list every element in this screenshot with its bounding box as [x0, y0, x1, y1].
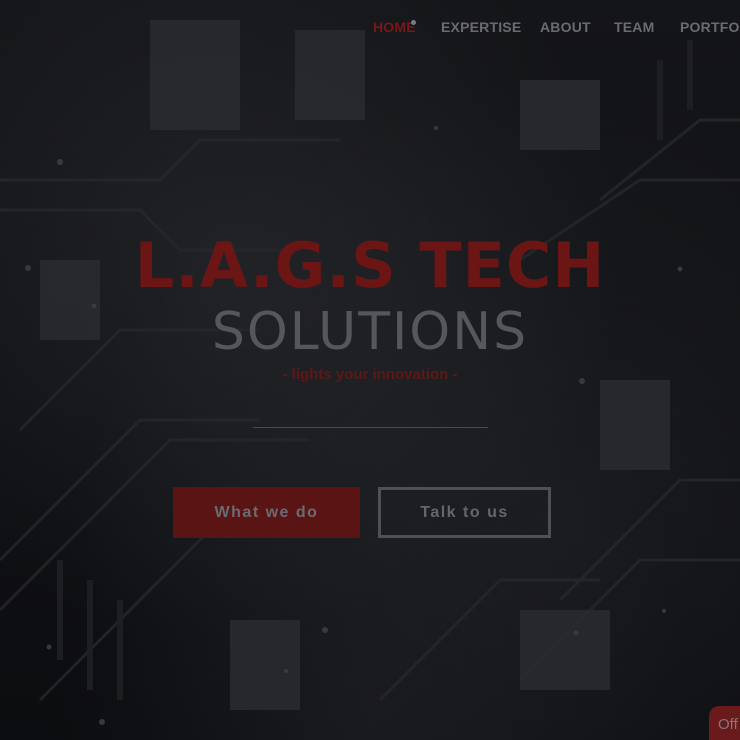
what-we-do-button[interactable]: What we do — [173, 487, 360, 538]
nav-active-dot — [411, 20, 416, 25]
landing-page: HOME EXPERTISE ABOUT TEAM PORTFOL L.A.G.… — [0, 0, 740, 740]
hero-subtitle: SOLUTIONS — [211, 302, 529, 362]
hero-title: L.A.G.S TECH — [134, 229, 606, 302]
hero-tagline: - lights your innovation - — [282, 366, 458, 383]
nav-about[interactable]: ABOUT — [540, 19, 591, 35]
top-navigation: HOME EXPERTISE ABOUT TEAM PORTFOL — [0, 0, 740, 56]
talk-to-us-button[interactable]: Talk to us — [378, 487, 551, 538]
nav-home[interactable]: HOME — [373, 19, 416, 35]
nav-expertise[interactable]: EXPERTISE — [441, 19, 521, 35]
offline-chat-tab[interactable]: Off — [709, 706, 740, 740]
nav-team[interactable]: TEAM — [614, 19, 654, 35]
nav-portfolio[interactable]: PORTFOL — [680, 19, 740, 35]
hero-divider — [253, 427, 488, 428]
